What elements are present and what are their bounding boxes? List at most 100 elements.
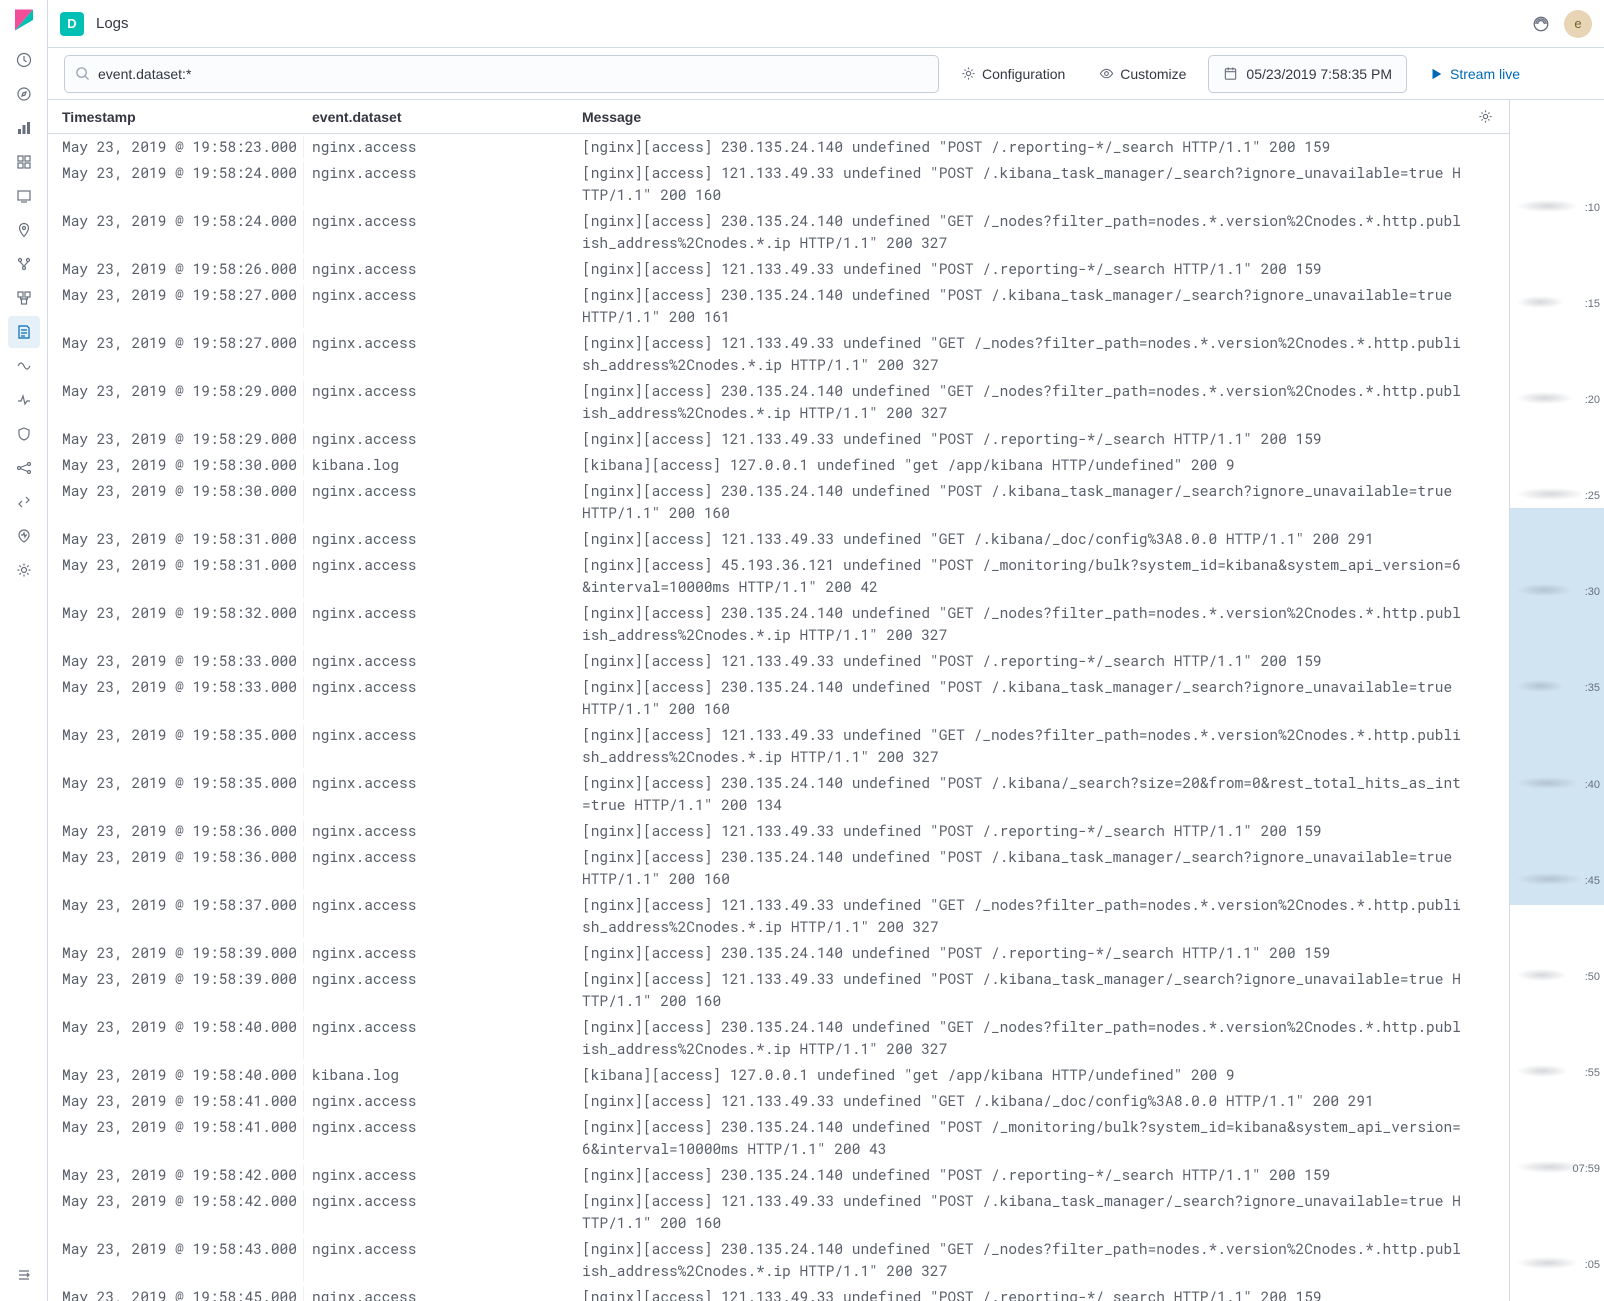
log-dataset: nginx.access: [304, 968, 574, 1012]
log-row[interactable]: May 23, 2019 @ 19:58:26.000nginx.access[…: [48, 256, 1509, 282]
nav-graph-icon[interactable]: [8, 452, 40, 484]
column-message[interactable]: Message: [574, 109, 1469, 125]
log-row[interactable]: May 23, 2019 @ 19:58:35.000nginx.access[…: [48, 722, 1509, 770]
nav-siem-icon[interactable]: [8, 418, 40, 450]
minimap-density-blob: [1518, 392, 1572, 404]
log-row[interactable]: May 23, 2019 @ 19:58:41.000nginx.access[…: [48, 1114, 1509, 1162]
column-dataset[interactable]: event.dataset: [304, 109, 574, 125]
nav-canvas-icon[interactable]: [8, 180, 40, 212]
log-row[interactable]: May 23, 2019 @ 19:58:36.000nginx.access[…: [48, 844, 1509, 892]
log-row[interactable]: May 23, 2019 @ 19:58:36.000nginx.access[…: [48, 818, 1509, 844]
minimap-density-blob: [1518, 1065, 1567, 1077]
nav-monitoring-icon[interactable]: [8, 520, 40, 552]
log-message: [nginx][access] 121.133.49.33 undefined …: [574, 428, 1509, 450]
log-row[interactable]: May 23, 2019 @ 19:58:31.000nginx.access[…: [48, 526, 1509, 552]
log-row[interactable]: May 23, 2019 @ 19:58:24.000nginx.access[…: [48, 208, 1509, 256]
log-message: [nginx][access] 230.135.24.140 undefined…: [574, 676, 1509, 720]
log-row[interactable]: May 23, 2019 @ 19:58:30.000kibana.log[ki…: [48, 452, 1509, 478]
column-settings-button[interactable]: [1469, 109, 1501, 124]
log-row[interactable]: May 23, 2019 @ 19:58:29.000nginx.access[…: [48, 426, 1509, 452]
log-dataset: nginx.access: [304, 554, 574, 598]
minimap[interactable]: :10:15:20:25:30:35:40:45:50:5507:59:05: [1509, 100, 1604, 1301]
log-row[interactable]: May 23, 2019 @ 19:58:42.000nginx.access[…: [48, 1162, 1509, 1188]
nav-recent-icon[interactable]: [8, 44, 40, 76]
kibana-logo[interactable]: [12, 8, 36, 32]
log-timestamp: May 23, 2019 @ 19:58:30.000: [48, 454, 304, 476]
log-row[interactable]: May 23, 2019 @ 19:58:32.000nginx.access[…: [48, 600, 1509, 648]
nav-visualize-icon[interactable]: [8, 112, 40, 144]
log-message: [nginx][access] 230.135.24.140 undefined…: [574, 136, 1509, 158]
log-row[interactable]: May 23, 2019 @ 19:58:30.000nginx.access[…: [48, 478, 1509, 526]
log-timestamp: May 23, 2019 @ 19:58:24.000: [48, 210, 304, 254]
log-dataset: nginx.access: [304, 284, 574, 328]
log-row[interactable]: May 23, 2019 @ 19:58:31.000nginx.access[…: [48, 552, 1509, 600]
log-dataset: nginx.access: [304, 942, 574, 964]
log-timestamp: May 23, 2019 @ 19:58:30.000: [48, 480, 304, 524]
stream-live-button[interactable]: Stream live: [1417, 55, 1532, 93]
nav-devtools-icon[interactable]: [8, 486, 40, 518]
minimap-tick: :10: [1585, 202, 1600, 214]
log-message: [nginx][access] 230.135.24.140 undefined…: [574, 1164, 1509, 1186]
log-row[interactable]: May 23, 2019 @ 19:58:35.000nginx.access[…: [48, 770, 1509, 818]
log-row[interactable]: May 23, 2019 @ 19:58:24.000nginx.access[…: [48, 160, 1509, 208]
nav-management-icon[interactable]: [8, 554, 40, 586]
customize-button[interactable]: Customize: [1087, 55, 1198, 93]
log-row[interactable]: May 23, 2019 @ 19:58:27.000nginx.access[…: [48, 282, 1509, 330]
log-dataset: nginx.access: [304, 1164, 574, 1186]
log-timestamp: May 23, 2019 @ 19:58:31.000: [48, 528, 304, 550]
log-dataset: nginx.access: [304, 1238, 574, 1282]
minimap-density-blob: [1518, 969, 1566, 981]
nav-infrastructure-icon[interactable]: [8, 282, 40, 314]
log-row[interactable]: May 23, 2019 @ 19:58:45.000nginx.access[…: [48, 1284, 1509, 1301]
log-timestamp: May 23, 2019 @ 19:58:23.000: [48, 136, 304, 158]
toolbar: Configuration Customize 05/23/2019 7:58:…: [48, 48, 1604, 100]
log-message: [nginx][access] 121.133.49.33 undefined …: [574, 894, 1509, 938]
log-row[interactable]: May 23, 2019 @ 19:58:37.000nginx.access[…: [48, 892, 1509, 940]
search-box[interactable]: [64, 55, 939, 93]
log-message: [nginx][access] 121.133.49.33 undefined …: [574, 528, 1509, 550]
nav-dashboard-icon[interactable]: [8, 146, 40, 178]
nav-maps-icon[interactable]: [8, 214, 40, 246]
log-dataset: nginx.access: [304, 602, 574, 646]
nav-apm-icon[interactable]: [8, 350, 40, 382]
log-row[interactable]: May 23, 2019 @ 19:58:33.000nginx.access[…: [48, 648, 1509, 674]
log-row[interactable]: May 23, 2019 @ 19:58:43.000nginx.access[…: [48, 1236, 1509, 1284]
log-row[interactable]: May 23, 2019 @ 19:58:40.000nginx.access[…: [48, 1014, 1509, 1062]
log-row[interactable]: May 23, 2019 @ 19:58:23.000nginx.access[…: [48, 134, 1509, 160]
log-row[interactable]: May 23, 2019 @ 19:58:33.000nginx.access[…: [48, 674, 1509, 722]
log-timestamp: May 23, 2019 @ 19:58:24.000: [48, 162, 304, 206]
nav-uptime-icon[interactable]: [8, 384, 40, 416]
log-message: [nginx][access] 121.133.49.33 undefined …: [574, 1190, 1509, 1234]
log-rows[interactable]: May 23, 2019 @ 19:58:23.000nginx.access[…: [48, 134, 1509, 1301]
log-message: [nginx][access] 230.135.24.140 undefined…: [574, 1016, 1509, 1060]
log-row[interactable]: May 23, 2019 @ 19:58:39.000nginx.access[…: [48, 940, 1509, 966]
nav-collapse-icon[interactable]: [8, 1259, 40, 1291]
log-message: [nginx][access] 230.135.24.140 undefined…: [574, 772, 1509, 816]
nav-ml-icon[interactable]: [8, 248, 40, 280]
log-dataset: nginx.access: [304, 676, 574, 720]
user-avatar[interactable]: e: [1564, 10, 1592, 38]
log-row[interactable]: May 23, 2019 @ 19:58:27.000nginx.access[…: [48, 330, 1509, 378]
log-timestamp: May 23, 2019 @ 19:58:27.000: [48, 332, 304, 376]
date-picker-button[interactable]: 05/23/2019 7:58:35 PM: [1208, 55, 1407, 93]
newsfeed-icon[interactable]: [1532, 15, 1550, 33]
log-message: [nginx][access] 230.135.24.140 undefined…: [574, 1116, 1509, 1160]
nav-logs-icon[interactable]: [8, 316, 40, 348]
log-message: [nginx][access] 230.135.24.140 undefined…: [574, 284, 1509, 328]
log-dataset: nginx.access: [304, 894, 574, 938]
log-dataset: nginx.access: [304, 210, 574, 254]
log-row[interactable]: May 23, 2019 @ 19:58:39.000nginx.access[…: [48, 966, 1509, 1014]
log-message: [nginx][access] 230.135.24.140 undefined…: [574, 846, 1509, 890]
minimap-highlight[interactable]: [1510, 508, 1604, 904]
column-timestamp[interactable]: Timestamp: [48, 109, 304, 125]
configuration-button[interactable]: Configuration: [949, 55, 1077, 93]
nav-discover-icon[interactable]: [8, 78, 40, 110]
space-selector[interactable]: D: [60, 12, 84, 36]
search-input[interactable]: [98, 66, 928, 82]
log-row[interactable]: May 23, 2019 @ 19:58:42.000nginx.access[…: [48, 1188, 1509, 1236]
log-row[interactable]: May 23, 2019 @ 19:58:29.000nginx.access[…: [48, 378, 1509, 426]
minimap-tick: :45: [1585, 875, 1600, 887]
log-row[interactable]: May 23, 2019 @ 19:58:40.000kibana.log[ki…: [48, 1062, 1509, 1088]
log-timestamp: May 23, 2019 @ 19:58:39.000: [48, 942, 304, 964]
log-row[interactable]: May 23, 2019 @ 19:58:41.000nginx.access[…: [48, 1088, 1509, 1114]
